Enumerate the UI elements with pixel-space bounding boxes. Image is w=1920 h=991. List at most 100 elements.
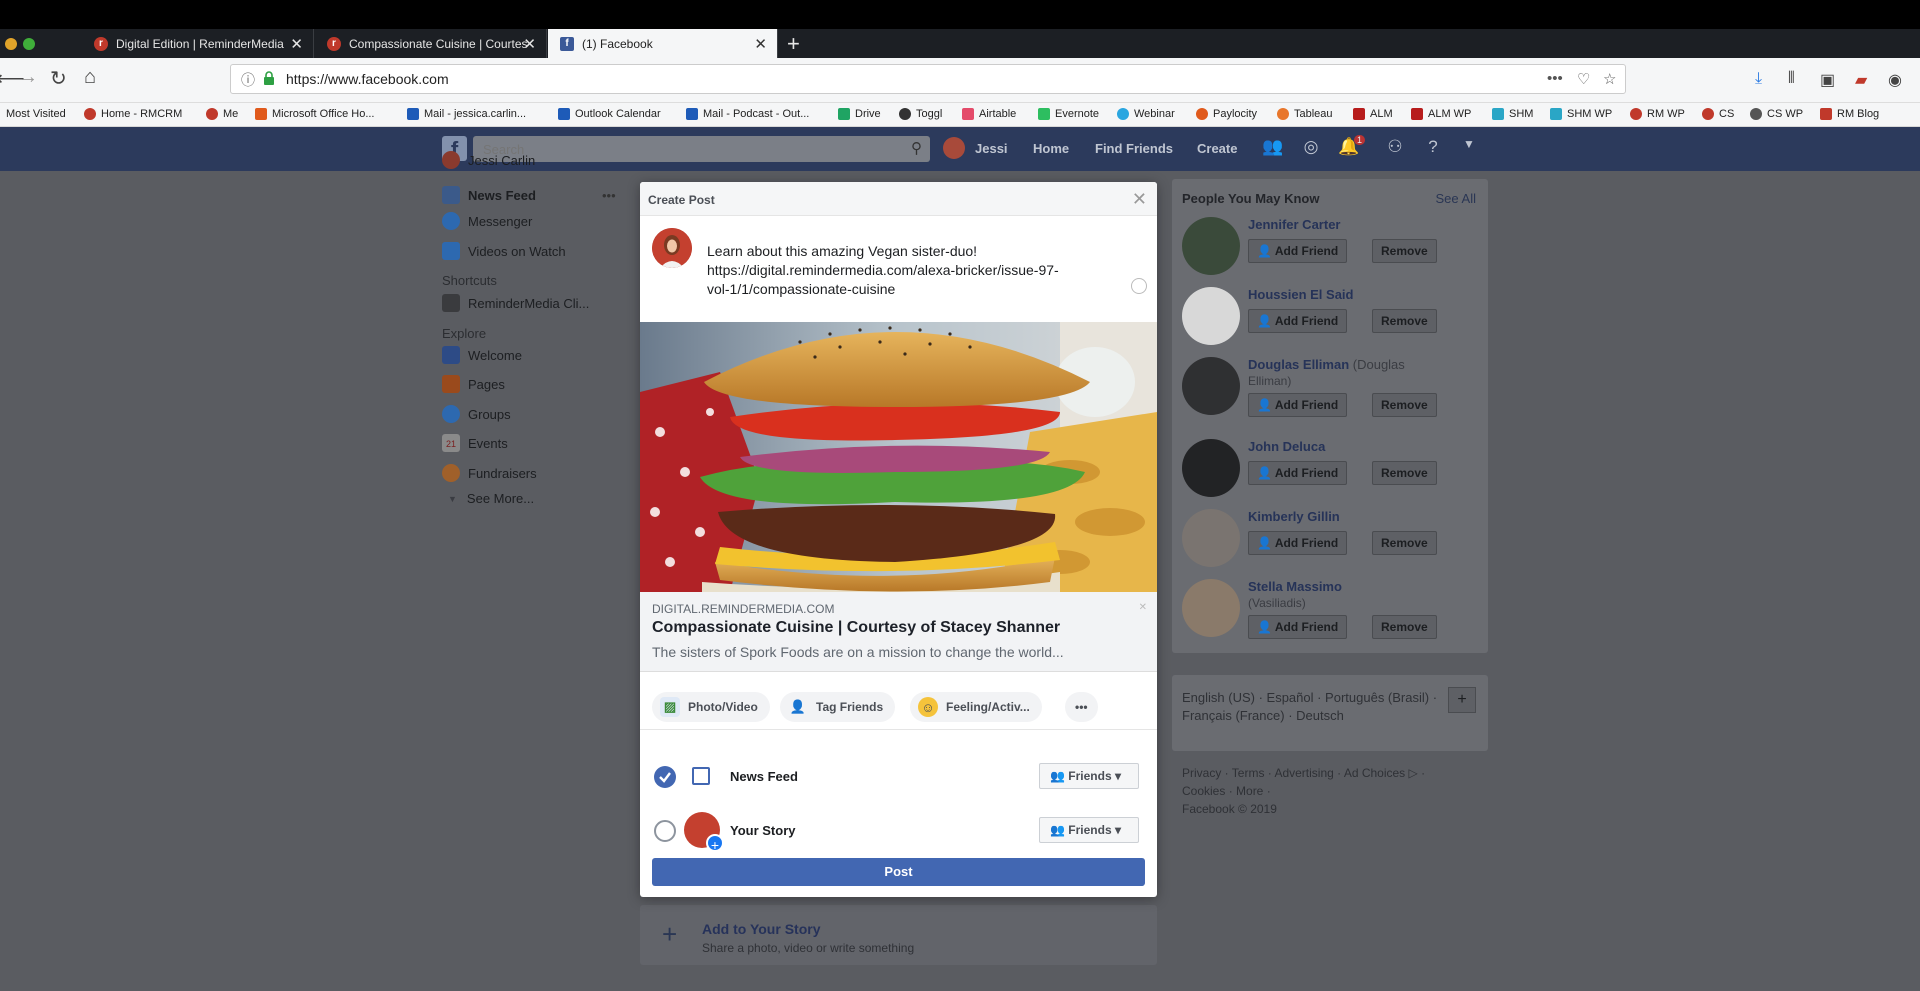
post-button[interactable]: Post — [652, 858, 1145, 886]
sidebar-explore-groups[interactable]: Groups — [442, 405, 511, 423]
bookmark-webinar[interactable]: Webinar — [1117, 108, 1175, 120]
sidebar-explore-welcome[interactable]: Welcome — [442, 346, 522, 364]
remove-button[interactable]: Remove — [1372, 393, 1437, 417]
more-options-icon[interactable]: ••• — [602, 188, 616, 203]
forward-icon[interactable]: → — [18, 66, 38, 89]
bookmark-mail-jessica[interactable]: Mail - jessica.carlin... — [407, 108, 526, 120]
nav-create[interactable]: Create — [1197, 141, 1237, 156]
audience-selector[interactable]: 👥 Friends ▾ — [1039, 817, 1139, 843]
bookmark-alm-wp[interactable]: ALM WP — [1411, 108, 1471, 120]
your-story-checkbox[interactable] — [654, 820, 676, 842]
messenger-icon[interactable]: ◎ — [1300, 137, 1322, 159]
address-bar[interactable]: ⓘ https://www.facebook.com ••• ♡ ☆ — [230, 64, 1626, 94]
link-preview-image[interactable] — [640, 322, 1157, 592]
avatar[interactable] — [1182, 357, 1240, 415]
add-friend-button[interactable]: 👤 Add Friend — [1248, 461, 1348, 485]
bookmark-evernote[interactable]: Evernote — [1038, 108, 1099, 120]
library-icon[interactable]: ⫴ — [1788, 70, 1795, 88]
avatar[interactable] — [1182, 217, 1240, 275]
news-feed-checkbox[interactable] — [654, 766, 676, 788]
remove-button[interactable]: Remove — [1372, 531, 1437, 555]
link-preview-meta[interactable]: DIGITAL.REMINDERMEDIA.COM Compassionate … — [640, 592, 1157, 672]
tag-friends-button[interactable]: 👤 Tag Friends — [780, 692, 896, 722]
language-list[interactable]: English (US) · Español · Português (Bras… — [1182, 689, 1442, 725]
info-icon[interactable]: ⓘ — [241, 70, 255, 90]
bookmark-toggl[interactable]: Toggl — [899, 108, 942, 120]
tab-close-icon[interactable]: ✕ — [523, 35, 536, 53]
avatar[interactable] — [1182, 509, 1240, 567]
remove-preview-icon[interactable]: ✕ — [1139, 602, 1147, 613]
person-name[interactable]: John Deluca — [1248, 439, 1325, 454]
audience-selector[interactable]: 👥 Friends ▾ — [1039, 763, 1139, 789]
help-icon[interactable]: ? — [1422, 137, 1444, 159]
remove-button[interactable]: Remove — [1372, 309, 1437, 333]
avatar[interactable] — [1182, 287, 1240, 345]
friend-requests-icon[interactable]: 👥 — [1262, 137, 1284, 159]
person-name[interactable]: Kimberly Gillin — [1248, 509, 1340, 524]
bookmark-drive[interactable]: Drive — [838, 108, 881, 120]
sidebar-see-more[interactable]: ▼ See More... — [448, 491, 534, 506]
add-friend-button[interactable]: 👤 Add Friend — [1248, 615, 1348, 639]
add-friend-button[interactable]: 👤 Add Friend — [1248, 309, 1348, 333]
pocket-icon[interactable]: ♡ — [1577, 70, 1590, 88]
close-icon[interactable]: ✕ — [1132, 189, 1147, 210]
bookmark-me[interactable]: Me — [206, 108, 238, 120]
download-icon[interactable]: ⤓ — [1755, 70, 1762, 88]
remove-button[interactable]: Remove — [1372, 615, 1437, 639]
footer-links[interactable]: Privacy · Terms · Advertising · Ad Choic… — [1182, 764, 1482, 782]
sidebar-explore-events[interactable]: 21 Events — [442, 434, 508, 452]
bookmark-most-visited[interactable]: Most Visited — [6, 108, 66, 120]
tab-compassionate-cuisine[interactable]: r Compassionate Cuisine | Courtesy ✕ — [315, 29, 547, 58]
sidebar-explore-pages[interactable]: Pages — [442, 375, 505, 393]
avatar[interactable] — [943, 137, 965, 159]
window-maximize-dot[interactable] — [23, 38, 35, 50]
tab-close-icon[interactable]: ✕ — [754, 35, 767, 53]
nav-profile[interactable]: Jessi — [975, 141, 1008, 156]
bookmark-rm-blog[interactable]: RM Blog — [1820, 108, 1879, 120]
post-text-input[interactable]: Learn about this amazing Vegan sister-du… — [707, 242, 1117, 299]
bookmark-mail-podcast[interactable]: Mail - Podcast - Out... — [686, 108, 809, 120]
photo-video-button[interactable]: ▨ Photo/Video — [652, 692, 770, 722]
account-menu-chevron-icon[interactable]: ▼ — [1458, 137, 1480, 159]
emoji-icon[interactable] — [1131, 278, 1147, 294]
bookmark-alm[interactable]: ALM — [1353, 108, 1393, 120]
remove-button[interactable]: Remove — [1372, 239, 1437, 263]
avatar[interactable] — [1182, 579, 1240, 637]
nav-find-friends[interactable]: Find Friends — [1095, 141, 1173, 156]
bookmark-star-icon[interactable]: ☆ — [1603, 70, 1616, 88]
bookmark-cs[interactable]: CS — [1702, 108, 1734, 120]
add-friend-button[interactable]: 👤 Add Friend — [1248, 531, 1348, 555]
pdf-icon[interactable]: ▰ — [1855, 70, 1867, 90]
sidebar-item-videos[interactable]: Videos on Watch — [442, 242, 566, 260]
search-icon[interactable]: ⚲ — [911, 139, 922, 157]
bookmark-paylocity[interactable]: Paylocity — [1196, 108, 1257, 120]
bookmark-rm-wp[interactable]: RM WP — [1630, 108, 1685, 120]
tab-close-icon[interactable]: ✕ — [290, 35, 303, 53]
bookmark-microsoft-office[interactable]: Microsoft Office Ho... — [255, 108, 375, 120]
avatar[interactable] — [1182, 439, 1240, 497]
bookmark-airtable[interactable]: Airtable — [962, 108, 1016, 120]
add-friend-button[interactable]: 👤 Add Friend — [1248, 239, 1348, 263]
remove-button[interactable]: Remove — [1372, 461, 1437, 485]
feeling-activity-button[interactable]: ☺ Feeling/Activ... — [910, 692, 1042, 722]
tab-facebook[interactable]: f (1) Facebook ✕ — [548, 29, 778, 58]
page-actions-icon[interactable]: ••• — [1547, 70, 1563, 87]
tab-digital-edition[interactable]: r Digital Edition | ReminderMedia ✕ — [82, 29, 314, 58]
person-name[interactable]: Jennifer Carter — [1248, 217, 1340, 232]
nav-home[interactable]: Home — [1033, 141, 1069, 156]
sidebar-profile[interactable]: Jessi Carlin — [442, 151, 535, 169]
window-minimize-dot[interactable] — [5, 38, 17, 50]
quick-help-people-icon[interactable]: ⚇ — [1384, 137, 1406, 159]
person-name[interactable]: Houssien El Said — [1248, 287, 1353, 302]
sidebar-item-messenger[interactable]: Messenger — [442, 212, 532, 230]
person-name[interactable]: Douglas Elliman (Douglas — [1248, 357, 1405, 372]
sidebar-icon[interactable]: ▣ — [1820, 70, 1835, 90]
sidebar-item-news-feed[interactable]: News Feed ••• — [442, 186, 622, 204]
bookmark-cs-wp[interactable]: CS WP — [1750, 108, 1803, 120]
add-language-button[interactable]: + — [1448, 687, 1476, 713]
see-all-link[interactable]: See All — [1436, 191, 1476, 206]
bookmark-shm-wp[interactable]: SHM WP — [1550, 108, 1612, 120]
bookmark-home-rmcrm[interactable]: Home - RMCRM — [84, 108, 182, 120]
person-name[interactable]: Stella Massimo — [1248, 579, 1342, 594]
new-tab-button[interactable]: + — [787, 31, 800, 57]
